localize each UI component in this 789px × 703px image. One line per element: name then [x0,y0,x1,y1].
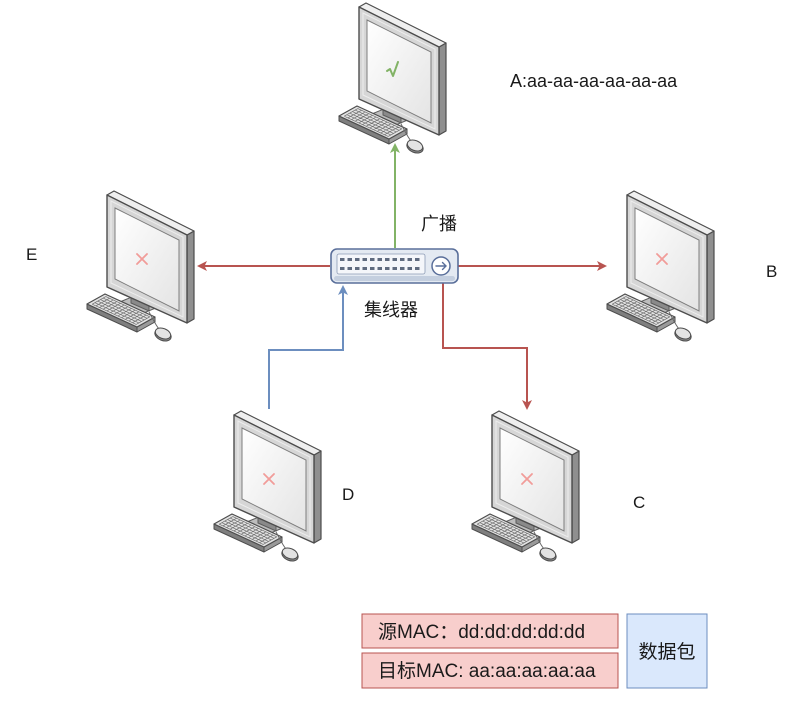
hub [330,248,459,284]
computer-icon [606,190,715,344]
computer-d [213,410,322,564]
computer-d-label: D [342,485,354,504]
computer-e [86,190,195,344]
computer-icon [338,2,447,156]
hub-port-panel [336,253,426,275]
forward-arrow-to-c [442,283,532,410]
payload-text: 数据包 [638,641,695,663]
computer-a-label: A:aa-aa-aa-aa-aa-aa [510,71,678,91]
send-arrow-from-d [268,285,348,409]
hub-label: 集线器 [364,300,418,320]
source-mac-text: 源MAC：dd:dd:dd:dd:dd [378,621,585,643]
computer-b-label: B [766,262,777,281]
computer-icon [213,410,322,564]
computer-a [338,2,447,156]
computer-icon [471,410,580,564]
computer-e-label: E [26,245,37,264]
network-diagram: A:aa-aa-aa-aa-aa-aa B C D E 广播 集线器 源MAC：… [26,2,777,689]
computer-c [471,410,580,564]
computer-b [606,190,715,344]
computer-c-label: C [633,493,645,512]
packet: 源MAC：dd:dd:dd:dd:dd 目标MAC: aa:aa:aa:aa:a… [361,613,708,689]
hub-base [334,276,455,281]
computer-icon [86,190,195,344]
broadcast-label: 广播 [421,214,457,234]
destination-mac-text: 目标MAC: aa:aa:aa:aa:aa [378,660,596,682]
